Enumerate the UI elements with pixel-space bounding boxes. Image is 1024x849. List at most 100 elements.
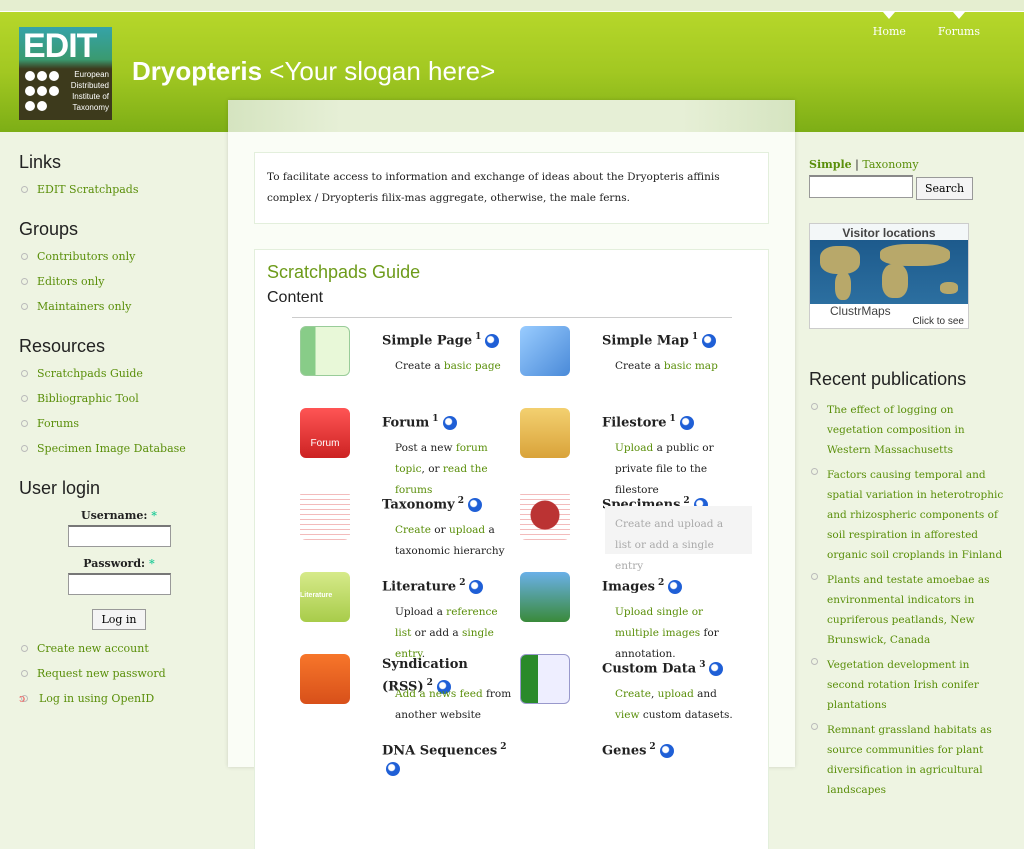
- magnifier-icon[interactable]: [485, 333, 500, 348]
- primary-nav: Home Forums: [873, 12, 980, 38]
- boxes-icon[interactable]: [520, 408, 570, 458]
- desc-link[interactable]: basic map: [664, 360, 718, 372]
- clustrmaps-widget[interactable]: Visitor locations ClustrMaps Click to se…: [809, 222, 969, 329]
- level-badge: 3: [699, 660, 706, 670]
- image-icon[interactable]: [520, 572, 570, 622]
- login-button[interactable]: Log in: [92, 609, 146, 630]
- desc-text: , or: [421, 463, 443, 475]
- resource-biblio[interactable]: Bibliographic Tool: [37, 392, 139, 405]
- resource-forums[interactable]: Forums: [37, 417, 79, 430]
- publication-link[interactable]: Factors causing temporal and spatial var…: [827, 469, 1003, 561]
- desc-link[interactable]: Upload: [615, 442, 653, 454]
- desc-link[interactable]: Create: [395, 524, 431, 536]
- publication-link[interactable]: Remnant grassland habitats as source com…: [827, 724, 992, 796]
- desc-link[interactable]: Upload single or multiple images: [615, 606, 703, 639]
- desc-text: Create a: [615, 360, 664, 372]
- content-type-title: Literature 2: [382, 574, 512, 596]
- level-badge: 2: [657, 578, 665, 588]
- content-type-description: Create a basic map: [615, 356, 735, 377]
- content-type-item: Taxonomy 2 Create or upload a taxonomic hi…: [292, 482, 512, 564]
- block-title: Groups: [19, 219, 79, 239]
- content-type-title: Genes 2: [602, 738, 732, 760]
- magnifier-icon[interactable]: [442, 415, 457, 430]
- publication-link[interactable]: Plants and testate amoebae as environmen…: [827, 574, 989, 646]
- username-label: Username: *: [80, 509, 157, 522]
- nav-forums[interactable]: Forums: [938, 12, 980, 38]
- content-type-description: Create and upload a list or add a single…: [605, 506, 752, 572]
- main-content: To facilitate access to information and …: [228, 100, 795, 849]
- magnifier-icon[interactable]: [469, 579, 484, 594]
- spreadsheet-icon[interactable]: [520, 654, 570, 704]
- request-password-link[interactable]: Request new password: [37, 667, 166, 680]
- search-input[interactable]: [809, 175, 913, 198]
- map-title: Visitor locations: [842, 225, 936, 240]
- content-type-title: Custom Data 3: [602, 656, 732, 678]
- level-badge: 2: [457, 496, 464, 506]
- dna-icon[interactable]: [300, 736, 350, 786]
- content-type-title: Simple Page 1: [382, 328, 512, 350]
- content-type-item: Custom Data 3 Create, upload and view cust…: [512, 646, 735, 728]
- nav-home[interactable]: Home: [873, 12, 906, 38]
- publication-link[interactable]: Vegetation development in second rotatio…: [827, 659, 979, 711]
- content-type-item: Syndication (RSS) 2 Add a news feed from a…: [292, 646, 512, 728]
- search-tab-taxonomy[interactable]: Taxonomy: [862, 158, 918, 171]
- site-name[interactable]: Dryopteris: [132, 56, 262, 86]
- desc-link[interactable]: Add a news feed: [395, 688, 483, 700]
- desc-link[interactable]: view: [615, 709, 640, 721]
- desc-link[interactable]: Create: [615, 688, 651, 700]
- literature-icon[interactable]: Literature: [300, 572, 350, 622]
- group-maintainers[interactable]: Maintainers only: [37, 300, 131, 313]
- resource-specimen-db[interactable]: Specimen Image Database: [37, 442, 186, 455]
- content-type-description: Create, upload and view custom datasets.: [615, 684, 735, 726]
- create-account-link[interactable]: Create new account: [37, 642, 149, 655]
- publication-link[interactable]: The effect of logging on vegetation comp…: [827, 404, 965, 456]
- groups-block: Groups Contributors only Editors only Ma…: [19, 219, 219, 314]
- group-contributors[interactable]: Contributors only: [37, 250, 135, 263]
- rss-icon[interactable]: [300, 654, 350, 704]
- scratchpads-guide: Scratchpads Guide Content Simple Page 1 Cr…: [254, 249, 769, 849]
- desc-text: custom datasets.: [639, 709, 733, 721]
- desc-text: Create a: [395, 360, 444, 372]
- desc-link[interactable]: upload: [658, 688, 694, 700]
- login-block: User login Username: * Password: * Log i…: [19, 478, 219, 706]
- username-input[interactable]: [67, 525, 171, 547]
- resource-guide[interactable]: Scratchpads Guide: [37, 367, 143, 380]
- click-to-see: Click to see: [912, 315, 964, 327]
- openid-login-link[interactable]: Log in using OpenID: [39, 692, 154, 705]
- magnifier-icon[interactable]: [467, 497, 482, 512]
- title-text: Simple Page: [382, 333, 473, 349]
- content-type-item: Forum Forum 1 Post a new forum topic, or re…: [292, 400, 512, 496]
- magnifier-icon[interactable]: [659, 743, 674, 758]
- title-text: Simple Map: [602, 333, 689, 349]
- content-type-title: DNA Sequences 2: [382, 738, 512, 778]
- title-text: Genes: [602, 743, 647, 759]
- desc-link[interactable]: upload: [449, 524, 485, 536]
- search-tab-simple[interactable]: Simple: [809, 158, 852, 171]
- search-button[interactable]: Search: [916, 176, 974, 200]
- content-type-item: DNA Sequences 2: [292, 728, 512, 810]
- content-type-title: Simple Map 1: [602, 328, 732, 350]
- magnifier-icon[interactable]: [679, 415, 694, 430]
- document-icon[interactable]: [300, 326, 350, 376]
- desc-link[interactable]: basic page: [444, 360, 501, 372]
- forum-icon[interactable]: Forum: [300, 408, 350, 458]
- level-badge: 2: [683, 496, 690, 506]
- magnifier-icon[interactable]: [386, 761, 400, 776]
- magnifier-icon[interactable]: [709, 661, 724, 676]
- content-type-description: Create or upload a taxonomic hierarchy: [395, 520, 515, 562]
- genes-icon[interactable]: [520, 736, 570, 786]
- map-icon[interactable]: [520, 326, 570, 376]
- password-input[interactable]: [67, 573, 171, 595]
- bug-icon[interactable]: [520, 490, 570, 540]
- magnifier-icon[interactable]: [702, 333, 717, 348]
- logo-dots: [24, 70, 64, 115]
- group-editors[interactable]: Editors only: [37, 275, 104, 288]
- publications-title: Recent publications: [809, 368, 967, 389]
- edit-logo[interactable]: EDIT European Distributed Institute of Taxo…: [19, 27, 112, 120]
- magnifier-icon[interactable]: [668, 579, 683, 594]
- tree-icon[interactable]: [300, 490, 350, 540]
- level-badge: 1: [669, 414, 676, 424]
- left-sidebar: Links EDIT Scratchpads Groups Contributo…: [19, 152, 219, 717]
- link-edit-scratchpads[interactable]: EDIT Scratchpads: [37, 183, 139, 196]
- content-type-item: Simple Map 1 Create a basic map: [512, 318, 732, 400]
